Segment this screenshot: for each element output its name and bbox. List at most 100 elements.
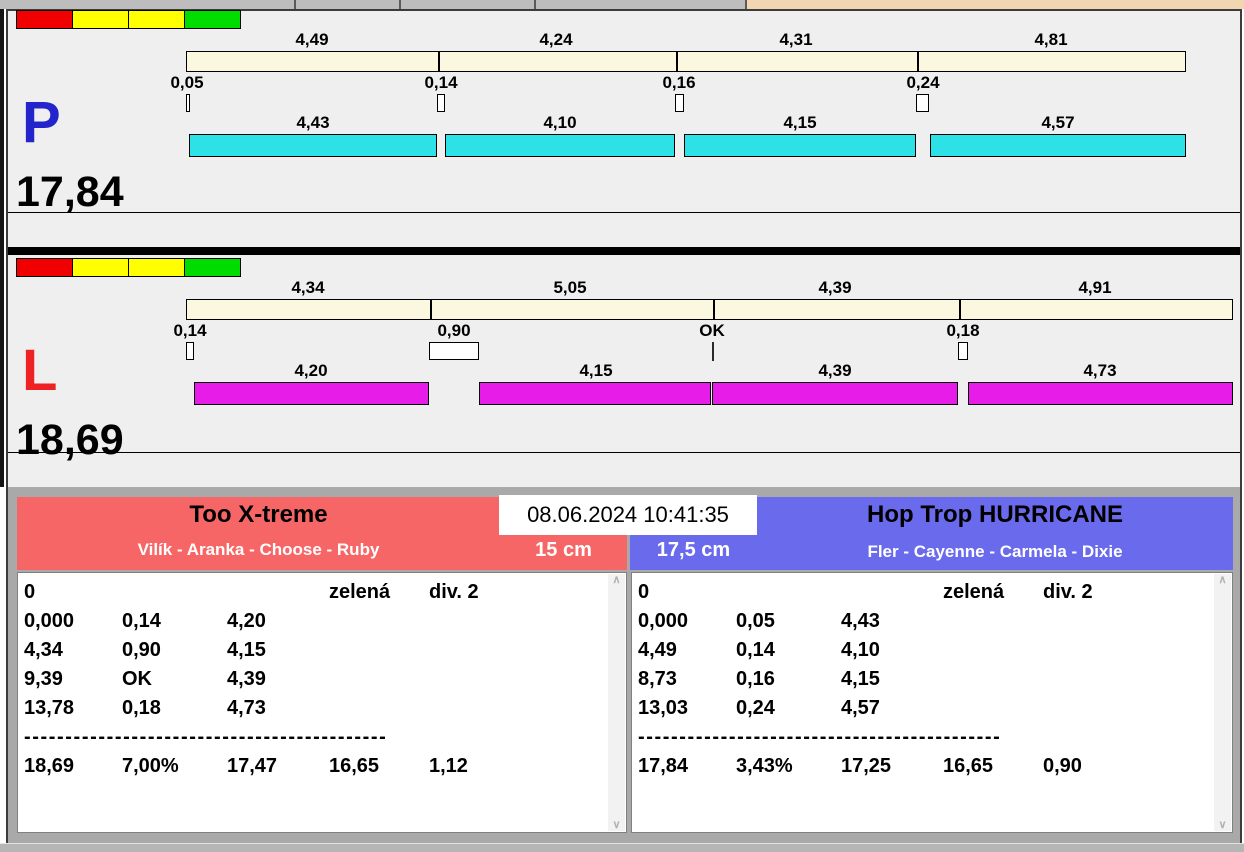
pass-gap-box (429, 342, 479, 360)
start-light-3 (128, 10, 185, 29)
table-cell: 0 (24, 581, 36, 603)
table-scrollbar[interactable]: ∧ ∨ (608, 574, 625, 831)
start-light-4 (184, 258, 241, 277)
results-table-content: 0 zelená div. 2 0,000 0,05 4,43 4,49 0,14 4,10 8,… (632, 573, 1214, 832)
table-cell: 16,65 (329, 755, 380, 777)
table-cell (329, 636, 429, 665)
split-divider (713, 300, 715, 319)
scroll-down-icon[interactable]: ∨ (612, 819, 620, 831)
table-cell (1043, 636, 1214, 665)
table-cell (227, 578, 329, 607)
scroll-up-icon[interactable]: ∧ (1218, 574, 1226, 586)
datetime-display: 08.06.2024 10:41:35 (499, 495, 757, 535)
table-cell: 7,00% (122, 755, 179, 777)
summary-row: 17,84 3,43% 17,25 16,65 0,90 (638, 752, 1214, 781)
run-time-label: 4,20 (294, 361, 328, 380)
table-cell: 0,90 (1043, 755, 1082, 777)
lane-divider (8, 247, 1240, 255)
table-cell: 0,000 (24, 610, 75, 632)
team-name: Too X-treme (189, 501, 328, 528)
table-cell (329, 607, 429, 636)
table-cell (1043, 607, 1214, 636)
table-scrollbar[interactable]: ∧ ∨ (1214, 574, 1231, 831)
strip-tick (534, 0, 536, 9)
table-cell: div. 2 (1043, 581, 1093, 603)
table-cell: 0,14 (122, 610, 161, 632)
table-cell (429, 636, 608, 665)
table-cell: 17,25 (841, 755, 892, 777)
pass-gap-box (675, 94, 684, 112)
dog-run-bar (930, 134, 1186, 157)
window-bottom-strip (0, 843, 1244, 852)
table-cell: 16,65 (943, 755, 994, 777)
dog-result-row: 13,78 0,18 4,73 (24, 694, 608, 723)
table-cell (736, 578, 841, 607)
table-cell (429, 694, 608, 723)
table-cell: zelená (329, 581, 391, 603)
table-cell: 4,10 (841, 639, 880, 661)
flyball-timing-screen: P 17,84 4,49 0,05 4,43 4,24 0,14 4,10 4,31 0,16… (0, 0, 1244, 852)
dog-result-row: 13,03 0,24 4,57 (638, 694, 1214, 723)
table-cell (429, 665, 608, 694)
table-cell: OK (122, 668, 152, 690)
table-cell: 0,18 (122, 697, 161, 719)
run-time-label: 4,57 (1041, 113, 1075, 132)
table-cell: 1,12 (429, 755, 468, 777)
pass-gap-box (186, 94, 190, 112)
lane-letter: L (22, 338, 58, 403)
split-time-label: 4,31 (779, 30, 813, 49)
table-cell: 4,43 (841, 610, 880, 632)
results-section: Too X-treme Vilík - Aranka - Choose - Ru… (8, 487, 1240, 843)
split-divider (917, 52, 919, 71)
separator-row: ----------------------------------------… (638, 726, 1002, 748)
separator-row: ----------------------------------------… (24, 726, 388, 748)
table-cell: div. 2 (429, 581, 479, 603)
table-cell: 4,49 (638, 639, 677, 661)
split-time-bar (186, 51, 1186, 72)
scroll-up-icon[interactable]: ∧ (612, 574, 620, 586)
table-cell: 13,03 (638, 697, 689, 719)
table-cell: zelená (943, 581, 1005, 603)
table-cell (841, 578, 943, 607)
table-cell: 0,90 (122, 639, 161, 661)
table-cell: 4,34 (24, 639, 63, 661)
start-light-2 (72, 10, 129, 29)
lane-panel-right: P 17,84 4,49 0,05 4,43 4,24 0,14 4,10 4,31 0,16… (8, 10, 1240, 214)
summary-row: 18,69 7,00% 17,47 16,65 1,12 (24, 752, 608, 781)
table-cell (122, 578, 227, 607)
run-time-label: 4,10 (543, 113, 577, 132)
pass-time-label: 0,18 (946, 321, 980, 340)
run-time-label: 4,43 (296, 113, 330, 132)
pass-time-label: 0,16 (662, 73, 696, 92)
team-dogs: Fler - Cayenne - Carmela - Dixie (867, 542, 1123, 561)
split-time-label: 4,49 (295, 30, 329, 49)
split-divider (438, 52, 440, 71)
table-cell: 4,20 (227, 610, 266, 632)
table-cell (943, 636, 1043, 665)
status-row: 0 zelená div. 2 (638, 578, 1214, 607)
jump-height: 15 cm (535, 539, 592, 561)
dog-result-row: 4,49 0,14 4,10 (638, 636, 1214, 665)
split-time-bar (186, 299, 1233, 320)
pass-gap-box (916, 94, 929, 112)
dog-result-row: 9,39 OK 4,39 (24, 665, 608, 694)
jump-height: 17,5 cm (656, 539, 731, 561)
table-cell: 4,39 (227, 668, 266, 690)
start-light-2 (72, 258, 129, 277)
strip-tick (294, 0, 296, 9)
strip-tick (745, 0, 747, 9)
pass-time-label: 0,14 (173, 321, 207, 340)
pass-time-label: 0,90 (437, 321, 471, 340)
results-table-left: 0 zelená div. 2 0,000 0,14 4,20 4,34 0,90 4,15 9,… (17, 572, 627, 833)
table-cell (429, 607, 608, 636)
status-row: 0 zelená div. 2 (24, 578, 608, 607)
pass-gap-box (186, 342, 194, 360)
table-cell (1043, 694, 1214, 723)
table-cell: 0,14 (736, 639, 775, 661)
split-time-label: 4,91 (1078, 278, 1112, 297)
dog-result-row: 8,73 0,16 4,15 (638, 665, 1214, 694)
scroll-down-icon[interactable]: ∨ (1218, 819, 1226, 831)
start-light-3 (128, 258, 185, 277)
dog-result-row: 0,000 0,14 4,20 (24, 607, 608, 636)
start-light-4 (184, 10, 241, 29)
